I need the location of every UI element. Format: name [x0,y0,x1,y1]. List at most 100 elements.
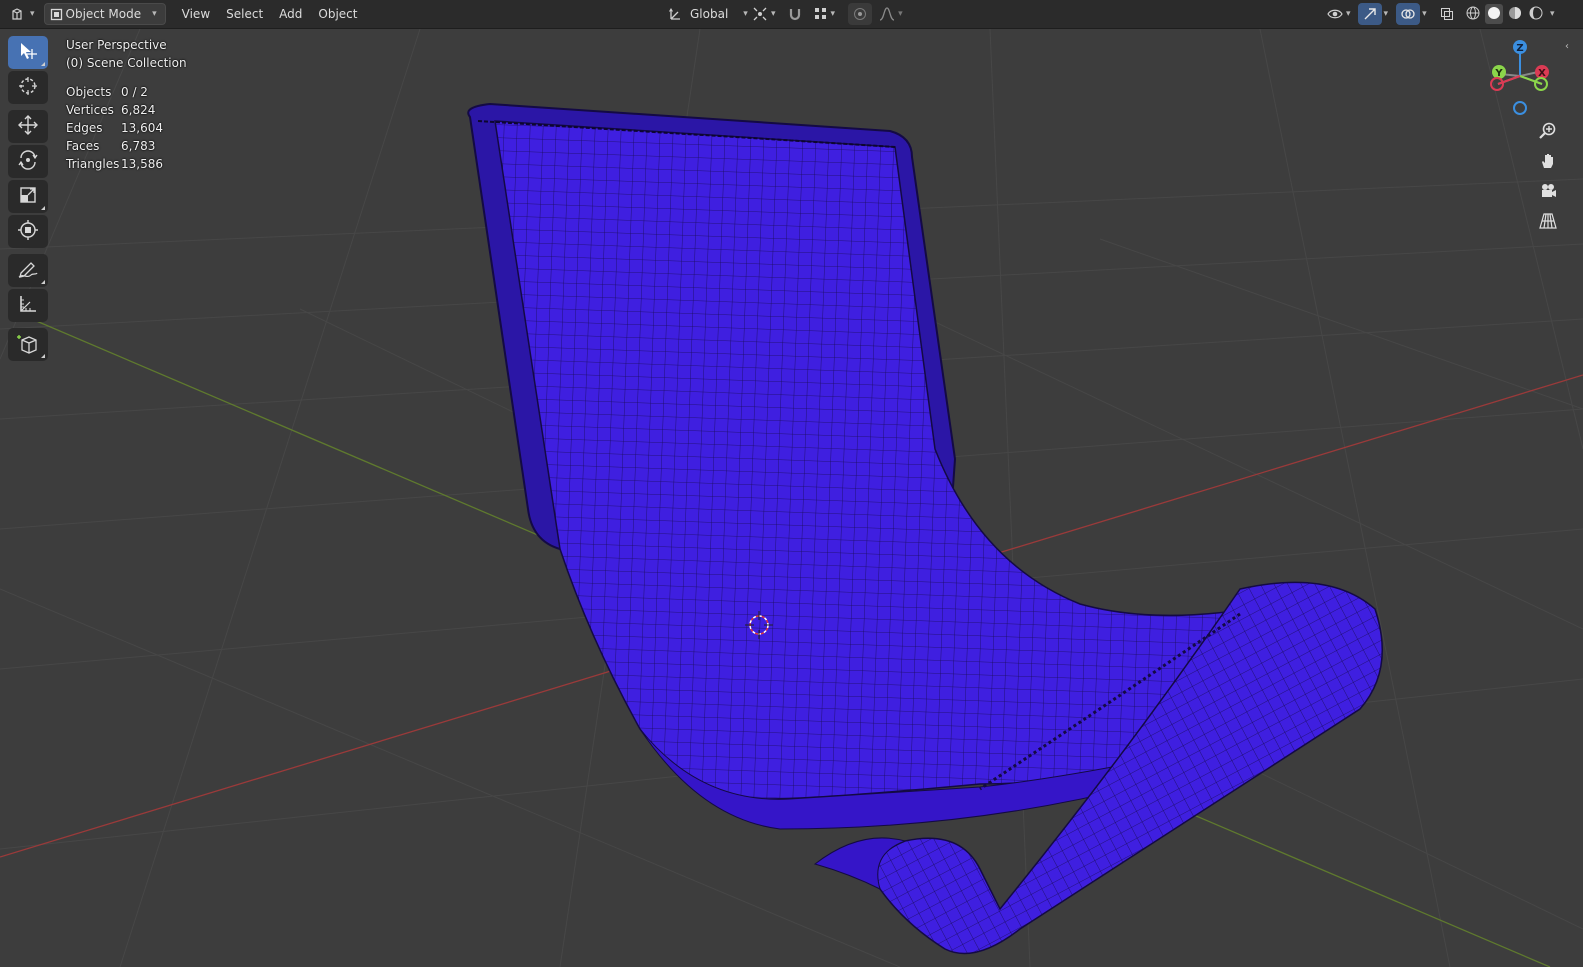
pivot-snap-group: ▾ ▾ ▾ [747,3,908,25]
chevron-down-icon: ▾ [830,9,836,19]
tool-shelf [8,36,48,363]
mode-label: Object Mode [65,7,142,21]
perspective-toggle-button[interactable] [1534,208,1562,236]
chevron-down-icon[interactable]: ▾ [1550,9,1555,19]
shading-material-preview[interactable] [1506,4,1524,24]
tool-options-corner [41,354,45,358]
navigation-gizmo[interactable]: Z X Y [1484,38,1556,119]
proportional-editing-icon [853,7,867,21]
shading-solid[interactable] [1485,4,1503,24]
viewport-header: ▾ Object Mode ▾ View Select Add Object G… [0,0,1583,29]
tool-options-corner [41,206,45,210]
transform-orientation-dropdown[interactable]: Global ▾ [664,3,753,25]
transform-icon [17,219,39,244]
stat-row: Vertices 6,824 [66,101,187,119]
pivot-point-icon [752,6,768,22]
sidebar-toggle-arrow[interactable]: ‹ [1565,41,1569,52]
move-icon [17,114,39,139]
stat-row: Objects 0 / 2 [66,83,187,101]
annotate-pencil-icon [17,258,39,283]
tool-rotate[interactable] [8,145,48,178]
tool-move[interactable] [8,110,48,143]
menu-select[interactable]: Select [218,3,271,25]
gizmo-neg-x [1490,77,1504,91]
scene-statistics: Objects 0 / 2 Vertices 6,824 Edges 13,60… [66,83,187,173]
solid-sphere-icon [1487,6,1501,23]
view-name: User Perspective [66,38,167,52]
tool-annotate[interactable] [8,254,48,287]
editor-type-button[interactable]: ▾ [6,3,40,25]
cursor-icon [17,75,39,100]
header-menus: View Select Add Object [174,3,366,25]
shading-wireframe[interactable] [1464,4,1482,24]
tool-add-cube[interactable] [8,328,48,361]
stat-row: Triangles 13,586 [66,155,187,173]
overlay-toggle[interactable] [1396,3,1421,25]
selectability-visibility-button[interactable]: ▾ [1322,3,1356,25]
add-cube-icon [17,332,39,357]
3d-viewport[interactable]: User Perspective (0) Scene Collection Ob… [0,29,1583,967]
stat-value: 13,604 [121,121,163,135]
tool-cursor[interactable] [8,71,48,104]
chevron-down-icon[interactable]: ▾ [1422,9,1427,19]
chevron-down-icon: ▾ [898,9,903,19]
stat-label: Edges [66,121,103,135]
menu-add[interactable]: Add [271,3,310,25]
tool-options-corner [41,280,45,284]
chevron-down-icon: ▾ [1346,9,1351,19]
perspective-grid-icon [1539,212,1557,233]
proportional-editing-toggle[interactable] [848,3,873,25]
selectability-eye-icon [1327,8,1343,20]
gizmo-toggle-icon [1363,7,1377,21]
svg-text:Z: Z [1516,43,1523,54]
stat-value: 6,783 [121,139,156,153]
chevron-down-icon[interactable]: ▾ [1384,9,1389,19]
stat-label: Objects [66,85,112,99]
pan-hand-icon [1539,152,1557,173]
gizmo-toggle[interactable] [1357,3,1382,25]
zoom-magnifier-icon [1539,122,1557,143]
scale-icon [18,185,38,208]
viewport-navigation [1534,118,1562,238]
camera-view-button[interactable] [1534,178,1562,206]
stat-value: 13,586 [121,157,163,171]
snap-increment-icon [814,7,828,21]
material-sphere-icon [1508,6,1522,23]
tool-transform[interactable] [8,215,48,248]
stat-label: Faces [66,139,100,153]
select-box-icon [18,41,38,64]
xray-toggle[interactable] [1435,3,1459,25]
tool-scale[interactable] [8,180,48,213]
stat-label: Vertices [66,103,114,117]
mode-dropdown[interactable]: Object Mode ▾ [43,3,166,25]
tool-select-box[interactable] [8,36,48,69]
tool-measure[interactable] [8,289,48,322]
snap-target-button[interactable]: ▾ [809,3,841,25]
rotate-icon [17,149,39,174]
orientation-label: Global [690,7,729,21]
stat-row: Faces 6,783 [66,137,187,155]
snap-toggle[interactable] [783,3,807,25]
shading-mode-group: ▾ [1464,4,1555,24]
3d-viewport-icon [11,7,27,21]
camera-icon [1539,182,1557,203]
chevron-down-icon: ▾ [30,9,35,19]
rendered-sphere-icon [1529,6,1543,23]
chevron-down-icon: ▾ [152,9,157,19]
tool-options-corner [41,62,45,66]
shading-rendered[interactable] [1527,4,1545,24]
gizmo-neg-z [1513,101,1527,115]
pivot-point-button[interactable]: ▾ [747,3,781,25]
object-mode-icon [50,8,63,21]
wireframe-sphere-icon [1466,6,1480,23]
xray-toggle-icon [1440,7,1454,21]
menu-view[interactable]: View [174,3,218,25]
zoom-button[interactable] [1534,118,1562,146]
falloff-dropdown[interactable]: ▾ [874,3,908,25]
menu-object[interactable]: Object [310,3,365,25]
viewport-info-overlay: User Perspective (0) Scene Collection Ob… [66,36,187,173]
pan-button[interactable] [1534,148,1562,176]
chevron-down-icon: ▾ [771,9,776,19]
measure-ruler-icon [18,294,38,317]
snap-magnet-icon [788,7,802,21]
